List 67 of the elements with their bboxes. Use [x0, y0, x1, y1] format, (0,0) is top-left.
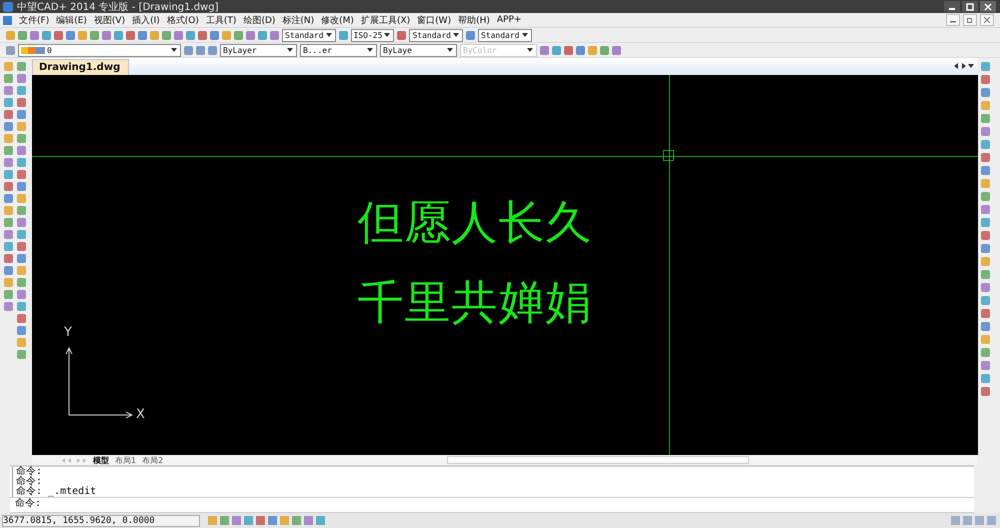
layer-icon[interactable] [6, 46, 15, 54]
menu-item[interactable]: 扩展工具(X) [360, 14, 410, 26]
menu-item[interactable]: 格式(O) [166, 14, 199, 26]
property-dropdown[interactable]: B...er [300, 44, 377, 56]
style-dropdown[interactable]: Standard [282, 28, 336, 42]
window-title: 中望CAD+ 2014 专业版 - [Drawing1.dwg] [17, 0, 218, 14]
caret-icon [522, 33, 528, 37]
minimize-button[interactable] [944, 1, 960, 12]
menu-item[interactable]: 修改(M) [321, 14, 354, 26]
horizontal-scrollbar[interactable] [447, 456, 750, 464]
ucs-axis-icon [65, 347, 133, 417]
menu-item[interactable]: 绘图(D) [243, 14, 276, 26]
layout-tab[interactable]: 模型 [91, 454, 111, 466]
close-button[interactable] [980, 14, 994, 26]
caret-icon [527, 48, 533, 52]
tool-icon[interactable] [397, 30, 406, 40]
style-dropdown[interactable]: ISO-25 [350, 28, 394, 42]
command-history-line: 命令: [16, 477, 44, 487]
style-dropdown[interactable]: Standard [478, 28, 532, 42]
layout-tab[interactable]: 布局1 [113, 454, 138, 466]
style-dropdown[interactable]: Standard [409, 28, 463, 42]
menu-item[interactable]: 窗口(W) [417, 14, 452, 26]
restore-button[interactable] [963, 14, 977, 26]
caret-icon [447, 48, 453, 52]
document-tab[interactable]: Drawing1.dwg [32, 59, 130, 75]
cursor-pickbox [663, 150, 674, 161]
close-icon [984, 17, 990, 23]
tool-icon[interactable] [338, 30, 348, 40]
axis-label: X [136, 407, 145, 422]
menu-item[interactable]: 文件(F) [19, 14, 50, 26]
command-input[interactable]: 命令: [10, 497, 974, 512]
restore-icon [967, 17, 973, 23]
menu-item[interactable]: 标注(N) [282, 14, 314, 26]
caret-icon [287, 48, 293, 52]
caret-icon [367, 48, 373, 52]
tool-icon[interactable] [466, 30, 475, 40]
axis-label: Y [64, 325, 72, 340]
layer-state-icon [21, 46, 45, 54]
command-history-line: 命令: _.mtedit [16, 487, 98, 497]
menu-item[interactable]: 视图(V) [94, 14, 126, 26]
menu-item[interactable]: 帮助(H) [458, 14, 490, 26]
maximize-icon [966, 2, 974, 10]
tab-scroll-icon[interactable] [62, 458, 86, 462]
caret-icon [452, 33, 459, 37]
close-icon [984, 2, 992, 10]
caret-icon [326, 33, 332, 37]
menu-item[interactable]: 工具(T) [206, 14, 236, 26]
drawing-text: 但愿人长久 [358, 194, 592, 251]
layer-dropdown[interactable]: 0 [18, 44, 181, 56]
maximize-button[interactable] [962, 1, 978, 12]
drawing-text: 千里共婵娟 [358, 274, 592, 331]
close-button[interactable] [980, 1, 996, 12]
layout-tab[interactable]: 布局2 [140, 454, 166, 466]
caret-icon [171, 48, 177, 52]
drawing-canvas[interactable]: 但愿人长久 千里共婵娟 Y X [32, 75, 978, 455]
menu-item[interactable]: 编辑(E) [56, 14, 87, 26]
minimize-button[interactable] [946, 14, 960, 26]
app-icon [3, 2, 13, 12]
command-history-line: 命令: [16, 467, 44, 477]
menu-item[interactable]: APP+ [496, 15, 522, 25]
app-menu-icon[interactable] [3, 16, 12, 24]
coordinates-display: 3677.0815, 1655.9620, 0.0000 [2, 514, 200, 526]
property-dropdown[interactable]: ByLaye [380, 44, 457, 56]
property-dropdown[interactable]: ByLayer [220, 44, 297, 56]
tab-navigation-icon[interactable] [954, 63, 974, 69]
menu-item[interactable]: 插入(I) [132, 14, 160, 26]
caret-icon [384, 33, 390, 37]
